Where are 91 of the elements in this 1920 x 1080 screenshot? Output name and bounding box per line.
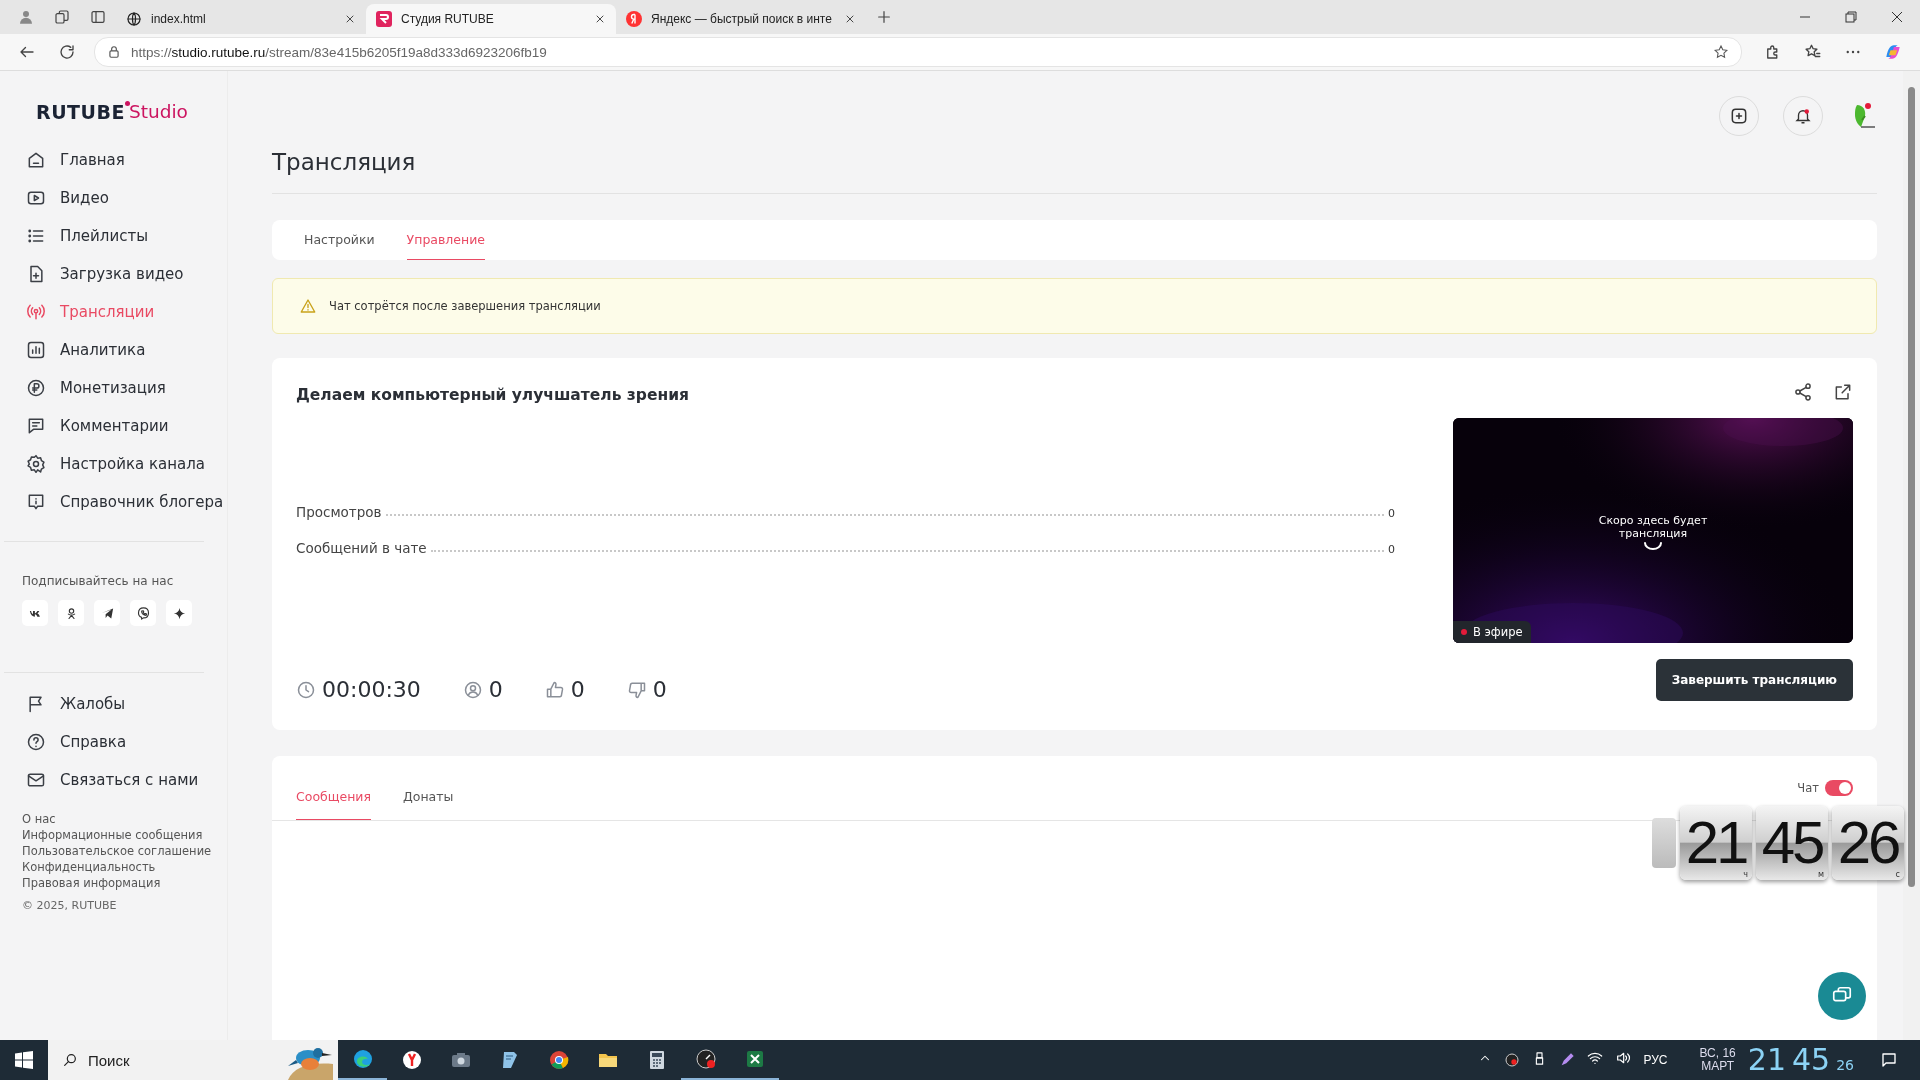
timer-text: 00:00:30 — [322, 677, 421, 702]
globe-icon — [126, 11, 142, 27]
chat-toggle[interactable]: Чат — [1797, 774, 1853, 802]
warning-icon — [299, 297, 317, 315]
share-icon — [1793, 382, 1813, 402]
stat-label: Сообщений в чате — [296, 540, 427, 556]
nav-item[interactable]: Плейлисты — [22, 217, 154, 255]
chart-icon — [26, 340, 46, 360]
viewer-icon — [462, 679, 483, 700]
close-icon — [844, 13, 856, 25]
close-icon — [344, 13, 356, 25]
star-icon — [171, 605, 187, 621]
tab[interactable]: Сообщения — [296, 774, 371, 820]
bookmark-star-icon[interactable] — [1713, 44, 1729, 60]
stream-title: Делаем компьютерный улучшатель зрения — [296, 386, 689, 404]
footer-link[interactable]: Пользовательское соглашение — [22, 843, 212, 859]
address-field[interactable]: https://studio.rutube.ru/stream/83e415b6205f19a8d333d6923206fb19 — [94, 37, 1742, 67]
speaker-glyph — [1615, 1050, 1632, 1066]
scrollbar-thumb[interactable] — [1908, 87, 1915, 887]
message-glyph — [1880, 1051, 1898, 1069]
search-icon — [62, 1052, 78, 1068]
comment-icon — [26, 416, 46, 436]
thumbs-up-icon — [544, 679, 565, 700]
clock-icon — [296, 679, 316, 700]
footer-link[interactable]: Информационные сообщения — [22, 827, 203, 843]
stat-value: 0 — [1388, 543, 1395, 556]
footer-link[interactable]: Правовая информация — [22, 875, 161, 891]
video-icon — [26, 188, 46, 208]
end-stream-button[interactable]: Завершить трансляцию — [1655, 659, 1853, 701]
close-icon — [594, 13, 606, 25]
live-badge: В эфире — [1453, 621, 1531, 643]
lock-icon[interactable] — [107, 45, 121, 59]
nav-item[interactable]: Жалобы — [22, 685, 132, 723]
nav-item[interactable]: Загрузка видео — [22, 255, 190, 293]
widget-handle — [1652, 818, 1676, 868]
language-indicator[interactable]: РУС — [1643, 1053, 1668, 1067]
reload-glyph — [58, 43, 76, 61]
stat-label: Просмотров — [296, 504, 382, 520]
warning-text: Чат сотрётся после завершения трансляции — [329, 299, 601, 313]
mail-icon — [26, 770, 46, 790]
tab[interactable]: Управление — [406, 220, 485, 260]
viber-icon — [135, 605, 151, 621]
tab[interactable]: Донаты — [403, 774, 454, 820]
social-button[interactable] — [94, 600, 120, 626]
loading-spinner-icon — [1643, 541, 1663, 551]
social-button[interactable] — [130, 600, 156, 626]
bell-icon — [1794, 107, 1812, 125]
footer-link[interactable]: О нас — [22, 811, 56, 827]
nav-item[interactable]: Главная — [22, 141, 131, 179]
home-icon — [26, 150, 46, 170]
plus-glyph — [876, 9, 892, 25]
nav-item[interactable]: Комментарии — [22, 407, 175, 445]
tray-app-icon[interactable] — [1504, 1052, 1521, 1068]
social-heading: Подписывайтесь на нас — [22, 574, 174, 588]
taskbar-date[interactable]: ВС, 16 МАРТ — [1699, 1047, 1736, 1073]
external-link-icon — [1833, 382, 1853, 402]
social-button[interactable] — [22, 600, 48, 626]
rutube-icon — [376, 11, 392, 27]
viewers-count: 0 — [488, 677, 503, 702]
taskbar-clock[interactable]: 21 45 26 — [1747, 1040, 1854, 1080]
copyright-text: © 2025, RUTUBE — [22, 899, 117, 912]
footer-link[interactable]: Конфиденциальность — [22, 859, 156, 875]
stat-value: 0 — [1388, 507, 1395, 520]
ruble-icon — [26, 378, 46, 398]
info-icon — [26, 492, 46, 512]
browser-tab[interactable]: Яндекс — быстрый поиск в инте — [616, 4, 866, 34]
help-icon — [26, 732, 46, 752]
nav-item[interactable]: Связаться с нами — [22, 761, 205, 799]
preview-message: Скоро здесь будет трансляция — [1597, 514, 1709, 540]
settings-icon — [26, 454, 46, 474]
tab[interactable]: Настройки — [304, 220, 375, 260]
nav-item[interactable]: Аналитика — [22, 331, 152, 369]
rutube-studio-logo[interactable]: RUTUBE Studio — [36, 101, 227, 127]
pen-icon[interactable] — [1559, 1052, 1576, 1068]
browser-tab[interactable]: Студия RUTUBE — [366, 4, 616, 34]
plus-icon — [1729, 106, 1749, 126]
broadcast-icon — [26, 302, 46, 322]
nav-item[interactable]: Настройка канала — [22, 445, 211, 483]
nav-item[interactable]: Монетизация — [22, 369, 172, 407]
nav-item[interactable]: Видео — [22, 179, 115, 217]
social-button[interactable] — [166, 600, 192, 626]
yandex-icon — [626, 11, 642, 27]
nav-item[interactable]: Справочник блогера — [22, 483, 230, 521]
wifi-glyph — [1587, 1050, 1604, 1066]
dislikes-count: 0 — [652, 677, 667, 702]
windows-icon — [15, 1051, 33, 1069]
page-title: Трансляция — [272, 149, 416, 175]
likes-count: 0 — [570, 677, 585, 702]
browser-tab[interactable]: index.html — [116, 4, 366, 34]
nav-item[interactable]: Справка — [22, 723, 133, 761]
social-button[interactable] — [58, 600, 84, 626]
